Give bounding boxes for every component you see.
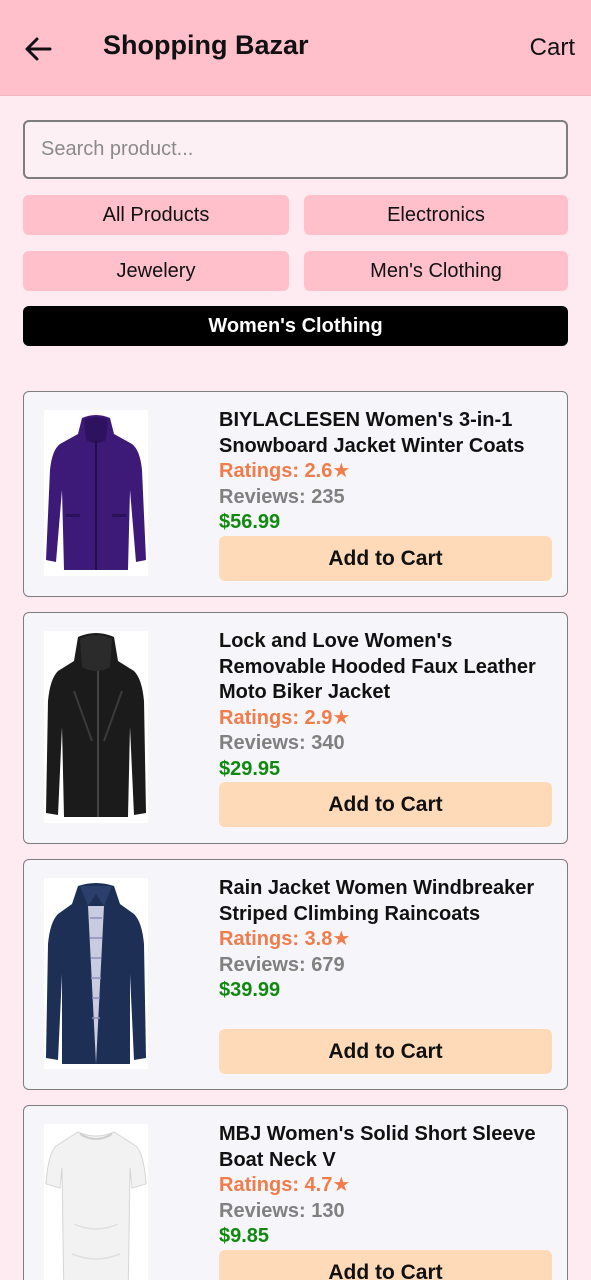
product-reviews: Reviews: 340 (219, 732, 345, 754)
app-header: Shopping Bazar Cart (0, 0, 591, 96)
white-top-image (44, 1124, 148, 1280)
product-rating: Ratings: 2.6★ (219, 460, 351, 482)
back-button[interactable] (22, 32, 58, 66)
product-image (44, 631, 148, 823)
add-to-cart-button[interactable]: Add to Cart (219, 782, 552, 827)
product-title: Rain Jacket Women Windbreaker Striped Cl… (219, 877, 535, 925)
product-price: $39.99 (219, 979, 281, 1001)
product-reviews: Reviews: 679 (219, 953, 345, 976)
category-jewelery-button[interactable]: Jewelery (23, 251, 289, 291)
product-image (44, 410, 148, 576)
product-rating: Ratings: 4.7★ (219, 1174, 351, 1196)
category-womens-clothing-button[interactable]: Women's Clothing (23, 306, 568, 346)
product-rating: Ratings: 3.8★ (219, 928, 351, 950)
search-input[interactable] (23, 120, 568, 179)
add-to-cart-button[interactable]: Add to Cart (219, 536, 552, 581)
product-title: MBJ Women's Solid Short Sleeve Boat Neck… (219, 1123, 536, 1171)
product-info: MBJ Women's Solid Short Sleeve Boat Neck… (219, 1122, 559, 1250)
arrow-left-icon (25, 37, 52, 61)
product-image (44, 878, 148, 1069)
product-title: BIYLACLESEN Women's 3-in-1 Snowboard Jac… (219, 409, 525, 457)
product-info: Rain Jacket Women Windbreaker Striped Cl… (219, 876, 559, 1004)
product-reviews: Reviews: 130 (219, 1199, 345, 1222)
product-image (44, 1124, 148, 1280)
product-card[interactable]: Rain Jacket Women Windbreaker Striped Cl… (23, 859, 568, 1090)
product-price: $9.85 (219, 1225, 270, 1247)
category-all-products-button[interactable]: All Products (23, 195, 289, 235)
category-electronics-button[interactable]: Electronics (304, 195, 568, 235)
product-rating: Ratings: 2.9★ (219, 706, 351, 729)
product-card[interactable]: MBJ Women's Solid Short Sleeve Boat Neck… (23, 1105, 568, 1280)
cart-link[interactable]: Cart (530, 34, 575, 62)
add-to-cart-button[interactable]: Add to Cart (219, 1029, 552, 1074)
product-price: $56.99 (219, 511, 281, 533)
product-reviews: Reviews: 235 (219, 485, 345, 508)
product-info: BIYLACLESEN Women's 3-in-1 Snowboard Jac… (219, 408, 559, 536)
product-card[interactable]: Lock and Love Women's Removable Hooded F… (23, 612, 568, 844)
add-to-cart-button[interactable]: Add to Cart (219, 1250, 552, 1280)
navy-rain-jacket-image (44, 878, 148, 1069)
purple-jacket-image (44, 410, 148, 576)
product-price: $29.95 (219, 757, 281, 780)
app-title: Shopping Bazar (103, 30, 309, 60)
product-info: Lock and Love Women's Removable Hooded F… (219, 629, 559, 782)
category-mens-clothing-button[interactable]: Men's Clothing (304, 251, 568, 291)
product-title: Lock and Love Women's Removable Hooded F… (219, 630, 536, 703)
product-card[interactable]: BIYLACLESEN Women's 3-in-1 Snowboard Jac… (23, 391, 568, 597)
black-leather-jacket-image (44, 631, 148, 823)
